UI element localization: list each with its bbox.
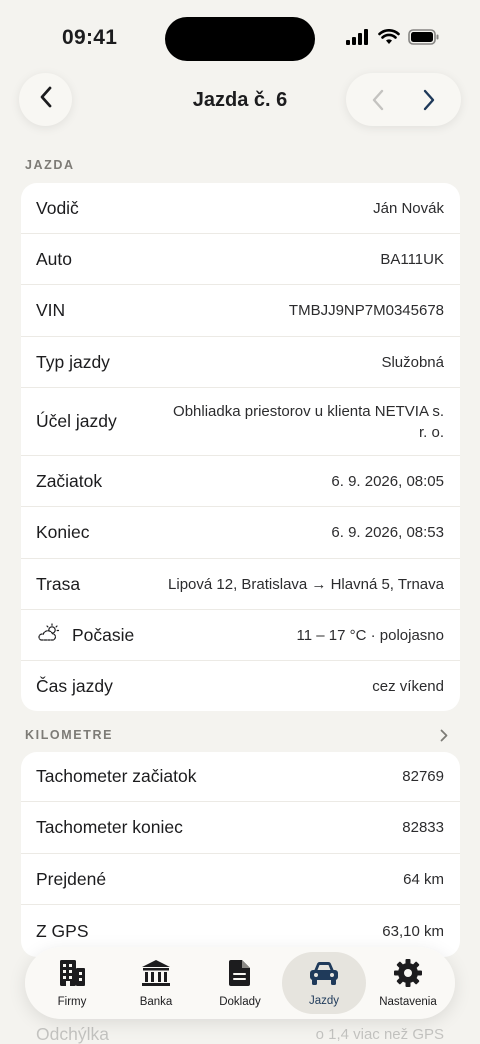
tab-doklady[interactable]: Doklady (198, 952, 282, 1014)
tab-label: Jazdy (308, 995, 340, 1007)
chevron-right-icon[interactable] (440, 729, 448, 747)
dynamic-island (165, 17, 315, 61)
tab-bar: Firmy Banka Doklady Jazdy Nastavenia (25, 947, 455, 1019)
row-label: Typ jazdy (36, 351, 110, 372)
row-label: VIN (36, 300, 66, 320)
row-driver: Vodič Ján Novák (21, 183, 460, 234)
previous-trip-button[interactable] (358, 80, 398, 120)
tab-nastavenia[interactable]: Nastavenia (366, 952, 450, 1014)
document-icon (227, 958, 253, 993)
row-value: 6. 9. 2026, 08:05 (331, 472, 444, 490)
row-value: 64 km (403, 870, 444, 888)
row-vin: VIN TMBJJ9NP7M0345678 (21, 285, 460, 337)
row-value: BA111UK (380, 250, 444, 268)
row-value: o 1,4 viac než GPS (315, 1025, 444, 1043)
section-header-kilometre: KILOMETRE (25, 728, 114, 742)
row-label: Účel jazdy (36, 411, 117, 431)
row-route: Trasa Lipová 12, Bratislava → Hlavná 5, … (21, 559, 460, 610)
status-icons (346, 29, 440, 50)
navigation-bar: Jazda č. 6 (0, 72, 480, 130)
row-odometer-start: Tachometer začiatok 82769 (21, 752, 460, 802)
trip-details-card: Vodič Ján Novák Auto BA111UK VIN TMBJJ9N… (21, 183, 460, 711)
row-label: Tachometer začiatok (36, 766, 197, 786)
row-value: Ján Novák (373, 199, 444, 217)
building-icon (58, 958, 86, 993)
row-label: Trasa (36, 573, 81, 594)
row-label: Začiatok (36, 470, 103, 491)
row-trip-type: Typ jazdy Služobná (21, 337, 460, 388)
row-label: Čas jazdy (36, 675, 113, 696)
row-value: TMBJJ9NP7M0345678 (288, 302, 444, 319)
row-start: Začiatok 6. 9. 2026, 08:05 (21, 456, 460, 507)
back-button[interactable] (19, 73, 72, 126)
row-odometer-end: Tachometer koniec 82833 (21, 802, 460, 854)
row-label: Auto (36, 248, 72, 269)
row-value: 6. 9. 2026, 08:53 (331, 524, 444, 541)
tab-label: Banka (139, 996, 173, 1008)
row-trip-purpose: Účel jazdy Obhliadka priestorov u klient… (21, 388, 460, 456)
page-title: Jazda č. 6 (192, 89, 288, 111)
battery-icon (408, 29, 440, 50)
wifi-icon (378, 29, 400, 50)
car-icon (307, 959, 341, 992)
row-value: 82769 (402, 768, 444, 785)
tab-label: Nastavenia (379, 996, 437, 1008)
tab-label: Doklady (219, 996, 261, 1008)
row-label: Prejdené (36, 868, 107, 889)
cellular-signal-icon (346, 29, 370, 50)
row-value: Služobná (381, 353, 444, 371)
gear-icon (393, 958, 423, 993)
row-value: 11 – 17 °C · polojasno (296, 626, 444, 644)
chevron-left-icon (38, 85, 54, 114)
tab-banka[interactable]: Banka (114, 952, 198, 1014)
row-value: Obhliadka priestorov u klienta NETVIA s.… (173, 402, 444, 441)
bank-icon (140, 958, 172, 993)
chevron-left-icon (372, 89, 383, 110)
row-trip-time: Čas jazdy cez víkend (21, 661, 460, 711)
weather-label: Počasie (72, 624, 135, 645)
row-end: Koniec 6. 9. 2026, 08:53 (21, 507, 460, 559)
row-label: Počasie (36, 622, 135, 648)
row-value: Lipová 12, Bratislava → Hlavná 5, Trnava (168, 575, 444, 593)
row-label: Tachometer koniec (36, 817, 183, 837)
row-car: Auto BA111UK (21, 234, 460, 285)
row-weather: Počasie 11 – 17 °C · polojasno (21, 610, 460, 661)
kilometers-card: Tachometer začiatok 82769 Tachometer kon… (21, 752, 460, 957)
cloud-sun-icon (36, 622, 62, 648)
trip-pager (346, 73, 461, 126)
tab-label: Firmy (57, 996, 87, 1008)
status-bar: 09:41 (0, 0, 480, 70)
row-label: Koniec (36, 522, 90, 542)
row-label: Z GPS (36, 920, 89, 941)
row-value: cez víkend (372, 677, 444, 695)
row-label: Vodič (36, 197, 79, 218)
section-header-jazda: JAZDA (25, 158, 75, 172)
row-value: 63,10 km (382, 922, 444, 940)
status-time: 09:41 (62, 26, 118, 49)
chevron-right-icon (424, 89, 435, 110)
row-value: 82833 (402, 819, 444, 836)
row-distance: Prejdené 64 km (21, 854, 460, 905)
tab-firmy[interactable]: Firmy (30, 952, 114, 1014)
row-label: Odchýlka (36, 1023, 109, 1044)
tab-jazdy[interactable]: Jazdy (282, 952, 366, 1014)
next-trip-button[interactable] (409, 80, 449, 120)
